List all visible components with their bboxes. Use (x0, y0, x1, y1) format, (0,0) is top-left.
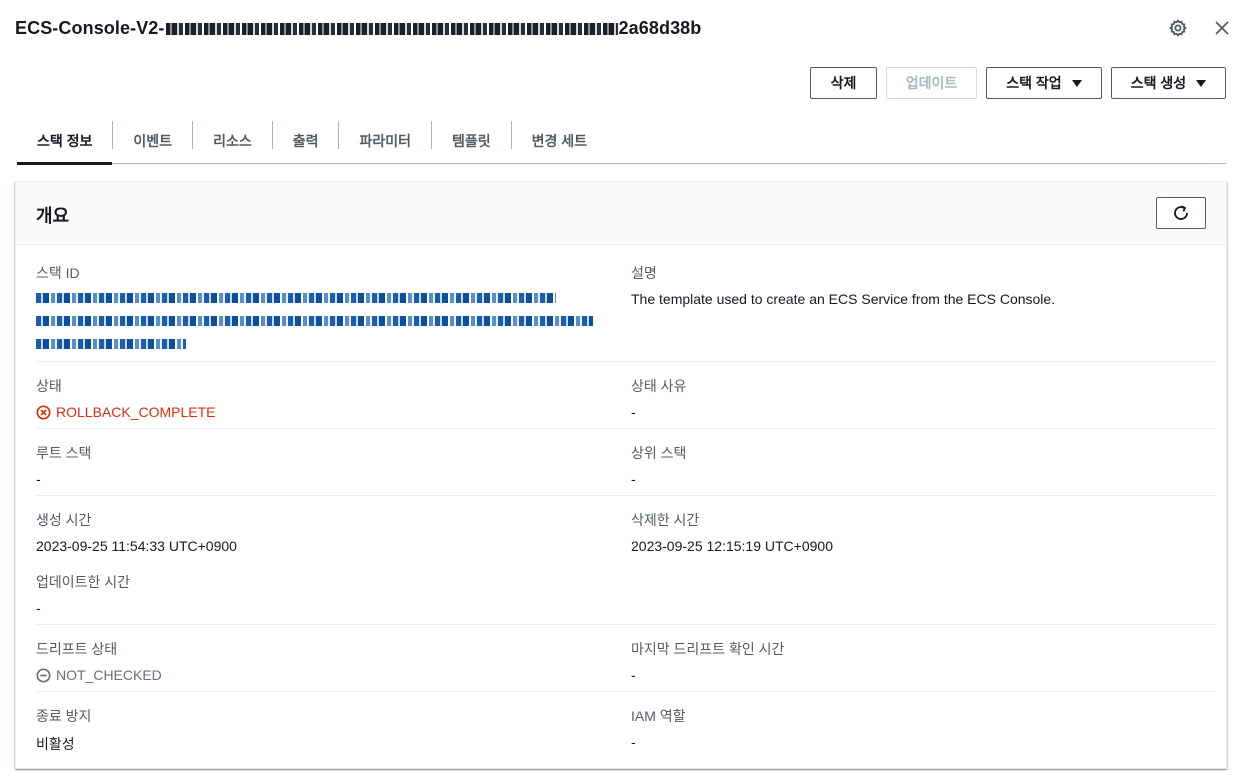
iam-role-value: - (631, 734, 636, 750)
root-stack-label: 루트 스택 (36, 445, 92, 461)
updated-time-value: - (36, 600, 41, 616)
detail-row: 생성 시간 2023-09-25 11:54:33 UTC+0900 삭제한 시… (36, 496, 1216, 625)
refresh-icon (1174, 205, 1188, 220)
refresh-button[interactable] (1156, 197, 1206, 229)
tab-events[interactable]: 이벤트 (113, 118, 192, 163)
tab-template[interactable]: 템플릿 (432, 118, 511, 163)
detail-row: 스택 ID 설명 The template used to create an … (36, 245, 1216, 362)
detail-row: 상태 ROLLBACK_COMPLETE 상태 사유 - (36, 362, 1216, 429)
tab-outputs[interactable]: 출력 (273, 118, 339, 163)
updated-time-label: 업데이트한 시간 (36, 574, 131, 590)
drift-status-value: NOT_CHECKED (36, 667, 162, 683)
status-label: 상태 (36, 378, 62, 394)
page-header: ECS-Console-V2- 2a68d38b (15, 14, 1233, 42)
delete-button[interactable]: 삭제 (810, 67, 877, 99)
create-stack-dropdown[interactable]: 스택 생성 (1111, 67, 1226, 99)
stack-id-label: 스택 ID (36, 265, 80, 281)
redacted-text (165, 22, 618, 35)
overview-panel: 개요 스택 ID 설명 The template used to create … (15, 181, 1227, 769)
stack-actions-dropdown[interactable]: 스택 작업 (986, 67, 1102, 99)
title-prefix: ECS-Console-V2- (15, 17, 165, 38)
status-reason-label: 상태 사유 (631, 378, 687, 394)
caret-down-icon (1196, 79, 1207, 87)
deleted-time-label: 삭제한 시간 (631, 512, 700, 528)
parent-stack-label: 상위 스택 (631, 445, 687, 461)
detail-row: 종료 방지 비활성 IAM 역할 - (36, 692, 1216, 768)
created-time-value: 2023-09-25 11:54:33 UTC+0900 (36, 538, 237, 554)
root-stack-value: - (36, 471, 41, 487)
detail-row: 루트 스택 - 상위 스택 - (36, 429, 1216, 496)
termination-protection-value: 비활성 (36, 736, 75, 752)
title-suffix: 2a68d38b (618, 17, 702, 38)
tab-resources[interactable]: 리소스 (193, 118, 272, 163)
status-value: ROLLBACK_COMPLETE (36, 404, 216, 420)
tab-bar: 스택 정보 이벤트 리소스 출력 파라미터 템플릿 변경 세트 (17, 118, 1226, 165)
tab-stack-info[interactable]: 스택 정보 (17, 118, 113, 165)
deleted-time-value: 2023-09-25 12:15:19 UTC+0900 (631, 538, 833, 554)
page-title: ECS-Console-V2- 2a68d38b (15, 18, 701, 39)
update-button[interactable]: 업데이트 (886, 67, 977, 99)
tab-parameters[interactable]: 파라미터 (339, 118, 431, 163)
close-icon[interactable] (1211, 14, 1233, 42)
description-label: 설명 (631, 265, 657, 281)
not-checked-icon (36, 667, 51, 683)
drift-status-label: 드리프트 상태 (36, 641, 118, 657)
overview-header: 개요 (16, 182, 1226, 245)
action-toolbar: 삭제 업데이트 스택 작업 스택 생성 (810, 67, 1226, 99)
gear-icon[interactable] (1167, 14, 1189, 42)
termination-protection-label: 종료 방지 (36, 708, 92, 724)
parent-stack-value: - (631, 471, 636, 487)
description-value: The template used to create an ECS Servi… (631, 291, 1056, 307)
created-time-label: 생성 시간 (36, 512, 92, 528)
iam-role-label: IAM 역할 (631, 708, 686, 724)
caret-down-icon (1071, 79, 1082, 87)
status-reason-value: - (631, 404, 636, 420)
detail-row: 드리프트 상태 NOT_CHECKED 마지막 드리프트 확인 시간 - (36, 625, 1216, 692)
last-drift-check-value: - (631, 667, 636, 683)
last-drift-check-label: 마지막 드리프트 확인 시간 (631, 641, 785, 657)
overview-title: 개요 (36, 206, 70, 226)
error-icon (36, 404, 51, 420)
tab-change-sets[interactable]: 변경 세트 (512, 118, 607, 163)
stack-id-value[interactable] (36, 293, 596, 349)
